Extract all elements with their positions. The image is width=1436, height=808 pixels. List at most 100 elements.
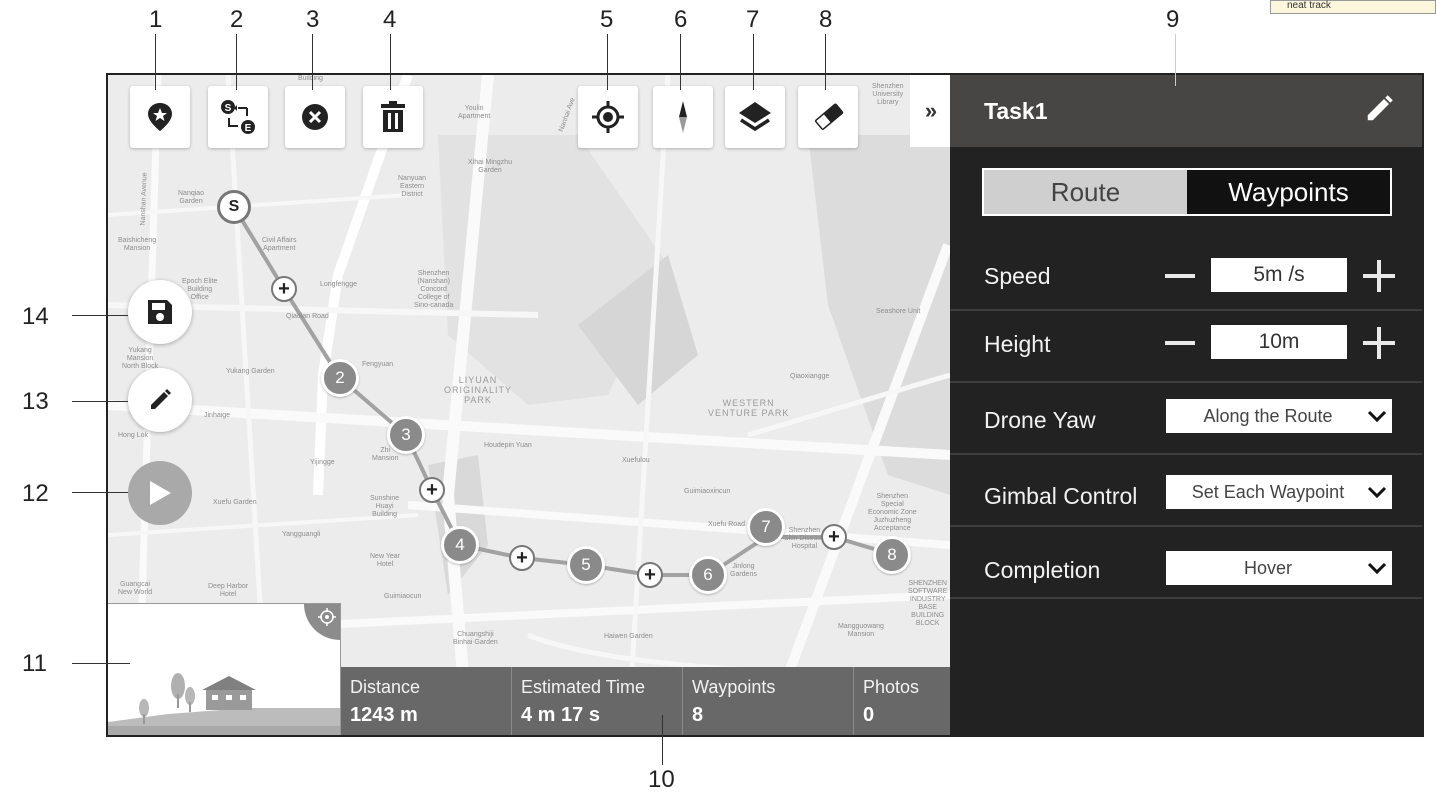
waypoint-marker[interactable]: 8 xyxy=(873,536,911,574)
gimbal-control-value: Set Each Waypoint xyxy=(1191,481,1345,502)
map-label: WESTERN VENTURE PARK xyxy=(708,398,790,418)
gimbal-control-select[interactable]: Set Each Waypoint xyxy=(1166,475,1392,509)
stat-waypoints: Waypoints 8 xyxy=(683,667,854,735)
locate-button[interactable] xyxy=(578,86,638,148)
mini-camera-view[interactable] xyxy=(108,603,341,735)
height-value-field[interactable]: 10m xyxy=(1211,325,1347,359)
note-fragment: neat track xyxy=(1270,0,1436,14)
stat-value: 1243 m xyxy=(350,704,418,726)
reverse-route-button[interactable]: S E xyxy=(208,86,268,148)
stat-label: Distance xyxy=(350,677,421,697)
waypoint-marker[interactable]: 3 xyxy=(387,416,425,454)
height-decrease-button[interactable] xyxy=(1165,341,1195,345)
callout-line xyxy=(312,34,313,90)
map-label: Hong Lok xyxy=(118,432,148,439)
app-screen: Youlin Apartment Building Xihai Mingzhu Ga… xyxy=(106,73,1424,737)
drone-yaw-label: Drone Yaw xyxy=(984,407,1096,433)
stat-estimated-time: Estimated Time 4 m 17 s xyxy=(512,667,683,735)
add-waypoint-button[interactable]: + xyxy=(509,545,535,571)
waypoint-marker[interactable]: 2 xyxy=(321,359,359,397)
flight-stats-bar: Distance 1243 m Estimated Time 4 m 17 s … xyxy=(341,667,950,735)
height-increase-button[interactable] xyxy=(1363,327,1395,359)
map-label: Guimiaoxincun xyxy=(684,488,731,495)
map-label: Xuefu Garden xyxy=(213,499,257,506)
layers-icon xyxy=(739,102,771,132)
drone-yaw-select[interactable]: Along the Route xyxy=(1166,399,1392,433)
crosshair-icon xyxy=(318,608,336,626)
callout-8: 8 xyxy=(819,6,833,33)
add-point-of-interest-button[interactable] xyxy=(130,86,190,148)
map-label: Civil Affairs Apartment xyxy=(262,237,297,252)
map-label: Baishicheng Mansion xyxy=(118,237,157,252)
map-label: Shenzhen University Library xyxy=(872,83,904,106)
speed-value-field[interactable]: 5m /s xyxy=(1211,258,1347,292)
drone-yaw-row: Drone Yaw Along the Route xyxy=(950,383,1422,455)
callout-5: 5 xyxy=(600,6,614,33)
waypoint-marker[interactable]: 4 xyxy=(441,526,479,564)
completion-label: Completion xyxy=(984,557,1101,583)
callout-line xyxy=(607,34,608,90)
map-label: Jinlong Gardens xyxy=(730,563,757,578)
add-waypoint-button[interactable]: + xyxy=(419,477,445,503)
callout-line xyxy=(72,492,128,493)
play-button[interactable] xyxy=(128,461,192,525)
map-label: Qiaoxiangge xyxy=(790,373,830,380)
add-waypoint-button[interactable]: + xyxy=(637,562,663,588)
map-label: Nanyuan Eastern District xyxy=(398,175,427,198)
add-waypoint-button[interactable]: + xyxy=(821,524,847,550)
speed-label: Speed xyxy=(984,263,1051,289)
map-label: Guangcai New World xyxy=(118,581,153,596)
map-layers-button[interactable] xyxy=(725,86,785,148)
waypoint-marker[interactable]: 5 xyxy=(567,546,605,584)
map-label: Longfengge xyxy=(320,281,357,288)
rename-task-button[interactable] xyxy=(1364,94,1394,129)
eraser-button[interactable] xyxy=(798,86,858,148)
clear-route-button[interactable] xyxy=(285,86,345,148)
save-button[interactable] xyxy=(128,280,192,344)
map-label: Yukang Mansion North Block xyxy=(122,347,159,370)
svg-text:S: S xyxy=(225,103,232,114)
gimbal-control-row: Gimbal Control Set Each Waypoint xyxy=(950,455,1422,527)
compass-button[interactable] xyxy=(653,86,713,148)
map-label: LIYUAN ORIGINALITY PARK xyxy=(444,375,513,405)
callout-line xyxy=(753,34,754,90)
map-view[interactable]: Youlin Apartment Building Xihai Mingzhu Ga… xyxy=(108,75,950,735)
map-label: Yijingge xyxy=(310,459,335,466)
callout-line xyxy=(680,34,681,90)
stat-label: Waypoints xyxy=(692,677,776,697)
tab-route[interactable]: Route xyxy=(984,170,1187,214)
callout-line xyxy=(1175,34,1176,86)
delete-button[interactable] xyxy=(363,86,423,148)
callout-line xyxy=(72,315,128,316)
tab-waypoints[interactable]: Waypoints xyxy=(1187,170,1390,214)
expand-panel-button[interactable]: » xyxy=(910,75,950,147)
reverse-route-icon: S E xyxy=(221,100,255,134)
map-label: Jinhaige xyxy=(204,412,231,419)
waypoint-marker[interactable]: 6 xyxy=(689,556,727,594)
callout-12: 12 xyxy=(22,480,49,507)
callout-line xyxy=(825,34,826,90)
route-start-marker[interactable]: S xyxy=(217,190,251,224)
map-label: Yangguangli xyxy=(282,531,321,538)
completion-row: Completion Hover xyxy=(950,527,1422,599)
gimbal-control-label: Gimbal Control xyxy=(984,483,1138,509)
callout-11: 11 xyxy=(22,650,47,677)
speed-increase-button[interactable] xyxy=(1363,260,1395,292)
edit-button[interactable] xyxy=(128,368,192,432)
speed-row: Speed 5m /s xyxy=(950,239,1422,311)
stat-value: 8 xyxy=(692,704,704,726)
map-label: Nanqiao Garden xyxy=(178,190,205,205)
callout-9: 9 xyxy=(1166,6,1180,33)
callout-6: 6 xyxy=(674,6,688,33)
callout-10: 10 xyxy=(648,766,675,793)
add-waypoint-button[interactable]: + xyxy=(271,276,297,302)
callout-line xyxy=(72,663,130,664)
svg-text:E: E xyxy=(245,123,252,134)
completion-select[interactable]: Hover xyxy=(1166,551,1392,585)
task-settings-panel: Task1 Route Waypoints Speed 5m /s Height… xyxy=(950,75,1422,735)
speed-decrease-button[interactable] xyxy=(1165,274,1195,278)
waypoint-marker[interactable]: 7 xyxy=(747,508,785,546)
map-label: Shenzhen (Nanshan) Concord College of Sino-c… xyxy=(414,270,454,309)
callout-line xyxy=(72,401,128,402)
map-label: New Year Hotel xyxy=(370,553,400,568)
